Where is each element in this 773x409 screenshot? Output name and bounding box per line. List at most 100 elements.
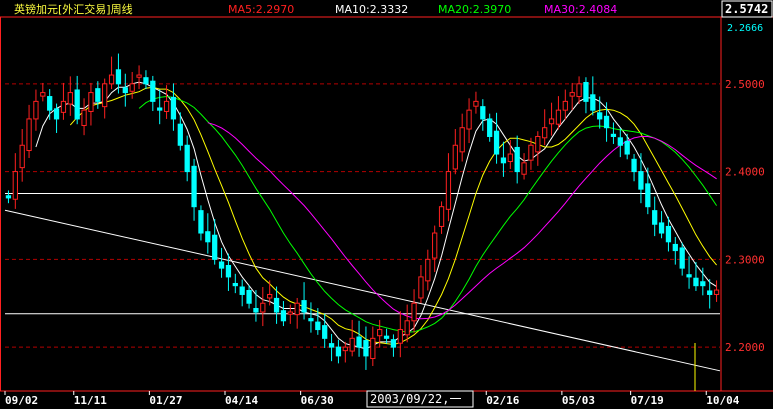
cursor-date: 2003/09/22,一	[370, 392, 461, 406]
candle-body	[47, 96, 53, 111]
candle-body	[679, 247, 685, 269]
candle-body	[143, 77, 149, 85]
candle-body	[308, 318, 314, 322]
candle-body	[260, 302, 266, 313]
candle-body	[19, 144, 25, 169]
candle-body	[81, 109, 87, 127]
x-tick-label: 09/02	[5, 394, 38, 407]
candle-body	[122, 87, 128, 94]
candle-body	[129, 83, 135, 92]
candle-body	[638, 171, 644, 190]
candle-body	[33, 100, 39, 120]
candle-body	[507, 153, 513, 162]
candle-body	[418, 276, 424, 299]
candle-body	[390, 339, 397, 348]
candle-body	[205, 231, 211, 243]
candle-body	[328, 343, 335, 348]
x-tick-label: 07/19	[631, 394, 664, 407]
candle-body	[60, 100, 67, 113]
price-readout-box: 2.5742	[721, 0, 773, 18]
price-tag-value: 2.2666	[727, 23, 763, 34]
y-axis: 2.5000 2.4000 2.3000 2.2000	[725, 78, 765, 354]
candle-body	[12, 171, 18, 200]
y-tick-label: 2.4000	[725, 166, 765, 179]
candle-body	[315, 321, 321, 331]
candle-body	[514, 146, 520, 173]
candle-body	[480, 106, 486, 120]
ma5-line	[35, 81, 717, 350]
candle-body	[280, 310, 287, 322]
y-tick-label: 2.3000	[725, 253, 765, 266]
candle-body	[301, 300, 307, 313]
candle-body	[191, 165, 197, 208]
candle-body	[177, 123, 183, 146]
ma5-legend: MA5:2.2970	[228, 3, 294, 16]
candle-body	[432, 232, 438, 259]
candle-body	[383, 335, 390, 339]
candle-body	[370, 337, 376, 360]
price-readout: 2.5742	[725, 2, 768, 16]
candle-body	[218, 261, 225, 269]
x-tick-label: 06/30	[301, 394, 334, 407]
candle-body	[576, 83, 582, 98]
candle-body	[287, 311, 293, 315]
candle-body	[397, 329, 403, 344]
candle-body	[411, 302, 417, 322]
candle-body	[562, 100, 568, 111]
candle-body	[542, 127, 548, 139]
candle-body	[157, 107, 163, 111]
candle-body	[590, 94, 596, 111]
x-tick-label: 04/14	[225, 394, 258, 407]
candle-body	[665, 225, 672, 243]
horizontal-lines	[5, 193, 720, 315]
candle-body	[445, 171, 452, 210]
candle-body	[493, 130, 500, 155]
candle-body	[74, 89, 80, 120]
grid-lines	[5, 83, 720, 348]
candle-body	[102, 83, 108, 108]
candle-body	[473, 100, 479, 107]
candle-body	[170, 96, 177, 120]
candle-body	[466, 109, 472, 130]
candle-body	[67, 92, 73, 105]
candle-body	[645, 183, 651, 208]
chart-header: 英镑加元[外汇交易]周线 MA5:2.2970 MA10:2.3332 MA20…	[14, 2, 617, 16]
candle-body	[95, 88, 101, 102]
candle-body	[356, 336, 362, 348]
chart-window: 2.5000 2.4000 2.3000 2.2000 09/02 11/11 01/27…	[0, 0, 773, 409]
candle-body	[528, 144, 534, 161]
x-tick-label: 02/16	[486, 394, 519, 407]
candle-body	[487, 118, 493, 137]
candle-body	[322, 325, 328, 339]
candles	[5, 53, 720, 370]
candle-body	[212, 234, 218, 260]
candle-body	[617, 137, 623, 146]
candle-body	[425, 258, 431, 282]
candle-body	[500, 157, 507, 164]
candle-body	[652, 210, 658, 225]
candle-body	[5, 195, 12, 199]
candle-body	[658, 222, 665, 234]
candle-body	[273, 297, 280, 313]
candle-body	[548, 118, 555, 125]
candle-body	[184, 144, 190, 173]
candle-body	[597, 112, 603, 120]
candle-body	[707, 290, 713, 295]
x-tick-label: 11/11	[74, 394, 107, 407]
x-tick-label: 10/04	[706, 394, 739, 407]
price-tag: 2.2666	[724, 21, 771, 34]
candle-body	[88, 92, 94, 112]
candle-body	[672, 243, 678, 252]
candle-body	[335, 346, 342, 357]
candle-body	[232, 282, 238, 287]
candle-body	[452, 144, 458, 170]
candle-body	[624, 140, 630, 155]
moving-average-lines	[35, 81, 718, 350]
candle-body	[136, 74, 142, 78]
candle-body	[115, 69, 122, 85]
cursor-date-box[interactable]: 2003/09/22,一	[366, 390, 474, 408]
ma30-legend: MA30:2.4084	[544, 3, 617, 16]
candle-body	[246, 290, 252, 304]
candlestick-chart[interactable]: 2.5000 2.4000 2.3000 2.2000 09/02 11/11 01/27…	[0, 0, 773, 409]
y-tick-label: 2.2000	[725, 341, 765, 354]
